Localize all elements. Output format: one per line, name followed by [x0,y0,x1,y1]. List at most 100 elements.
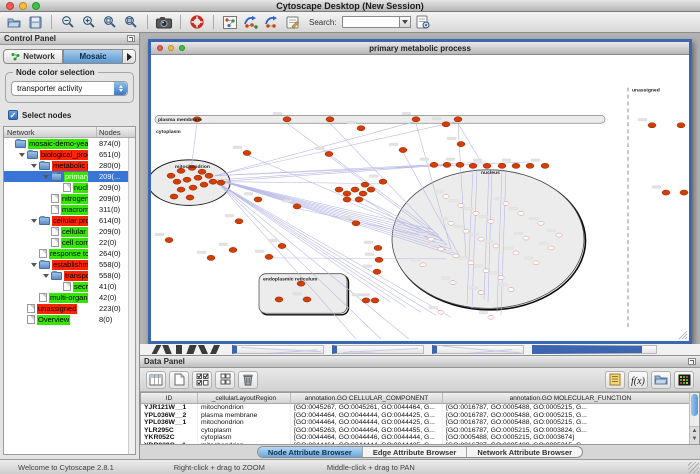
network-node[interactable] [450,281,456,285]
tree-row[interactable]: nucleobase-209(0) [4,182,128,193]
annotation-icon[interactable] [284,14,302,31]
network-node[interactable] [357,126,365,131]
tree-row[interactable]: cell communicat22(0) [4,237,128,248]
network-overlay-icon-2[interactable] [263,14,281,31]
network-node[interactable] [167,173,175,178]
open-session-icon[interactable] [5,14,23,31]
network-node[interactable] [473,211,479,215]
select-nodes-checkbox[interactable]: ✓ [8,110,18,120]
network-node[interactable] [468,261,474,265]
network-node[interactable] [303,297,311,302]
tab-node-attribute-browser[interactable]: Node Attribute Browser [258,447,363,457]
snapshot-icon[interactable] [155,14,173,31]
tree-expand-arrow-icon[interactable] [31,263,37,270]
network-node[interactable] [165,237,173,242]
table-scrollbar-arrows[interactable]: ▲▼ [690,426,699,444]
network-node[interactable] [443,162,451,167]
network-node[interactable] [498,276,504,280]
network-node[interactable] [438,247,444,251]
network-node[interactable] [677,123,685,128]
network-node[interactable] [518,211,524,215]
network-node[interactable] [556,233,562,237]
network-node[interactable] [371,298,379,303]
network-node[interactable] [483,269,489,273]
network-node[interactable] [478,237,484,241]
function-builder-icon[interactable]: f(x) [628,371,648,389]
network-node[interactable] [173,179,181,184]
tree-row[interactable]: biological_process651(0) [4,149,128,160]
network-node[interactable] [457,141,465,146]
network-node[interactable] [488,315,494,319]
network-node[interactable] [483,163,491,168]
network-node[interactable] [170,194,178,199]
network-node[interactable] [335,187,343,192]
network-node[interactable] [361,182,369,187]
network-node[interactable] [367,187,375,192]
network-node[interactable] [513,251,519,255]
tree-row[interactable]: cellular metabo209(0) [4,226,128,237]
tree-row[interactable]: metabolic process280(0) [4,160,128,171]
network-node[interactable] [229,247,237,252]
network-node[interactable] [198,169,206,174]
network-node[interactable] [548,246,554,250]
network-node[interactable] [453,254,459,258]
tree-expand-arrow-icon[interactable] [43,274,49,281]
network-node[interactable] [458,203,464,207]
network-node[interactable] [503,201,509,205]
import-attributes-icon[interactable] [651,371,671,389]
zoom-view-button[interactable] [179,45,185,51]
network-node[interactable] [438,310,444,314]
tree-scrollbar[interactable] [128,138,135,454]
tab-network-attribute-browser[interactable]: Network Attribute Browser [467,447,582,457]
network-node[interactable] [478,291,484,295]
tree-expand-arrow-icon[interactable] [31,219,37,226]
network-node[interactable] [442,122,450,127]
network-node[interactable] [189,185,197,190]
network-node[interactable] [343,191,351,196]
network-node[interactable] [648,123,656,128]
network-node[interactable] [538,221,544,225]
view-resize-grip[interactable] [685,337,687,339]
matrix-view-icon[interactable] [674,371,694,389]
network-node[interactable] [399,147,407,152]
network-node[interactable] [488,219,494,223]
table-column-header[interactable]: annotation.GO CELLULAR_COMPONENT [291,393,443,403]
network-node[interactable] [498,163,506,168]
close-window-button[interactable] [6,2,14,10]
network-node[interactable] [355,197,363,202]
network-node[interactable] [469,163,477,168]
table-row[interactable]: YPL036W__1mitochondrion[GO:0044464, GO:0… [141,419,699,427]
tree-row[interactable]: primary metabo209(... [4,171,128,182]
network-node[interactable] [254,197,262,202]
network-node[interactable] [662,190,670,195]
close-view-button[interactable] [157,45,163,51]
network-node[interactable] [278,243,286,248]
minimize-window-button[interactable] [19,2,27,10]
network-node[interactable] [207,255,215,260]
zoom-in-icon[interactable] [80,14,98,31]
tree-row[interactable]: cellular process614(0) [4,215,128,226]
color-attribute-dropdown[interactable]: transporter activity [11,81,128,96]
table-column-header[interactable]: ID [141,393,198,403]
window-resize-grip[interactable] [688,462,699,473]
search-dropdown-arrow[interactable] [400,16,411,28]
network-canvas[interactable]: plasma membranecytoplasmmitochondrionnuc… [151,55,689,341]
tree-expand-arrow-icon[interactable] [43,175,49,182]
network-node[interactable] [412,117,420,122]
network-node[interactable] [526,163,534,168]
tab-edge-attribute-browser[interactable]: Edge Attribute Browser [363,447,467,457]
network-node[interactable] [186,195,194,200]
network-node[interactable] [373,269,381,274]
network-node[interactable] [177,187,185,192]
network-overlay-icon-1[interactable] [242,14,260,31]
table-row[interactable]: YJR121W__1mitochondrion[GO:0045267, GO:0… [141,404,699,412]
background-window[interactable] [232,345,324,354]
tree-expand-arrow-icon[interactable] [31,164,37,171]
network-node[interactable] [194,175,202,180]
table-column-header[interactable]: annotation.GO MOLECULAR_FUNCTION [443,393,699,403]
tree-row[interactable]: nitrogen compo209(0) [4,193,128,204]
network-node[interactable] [293,204,301,209]
network-node[interactable] [235,219,243,224]
tree-col-network[interactable]: Network [4,127,97,137]
zoom-window-button[interactable] [32,2,40,10]
